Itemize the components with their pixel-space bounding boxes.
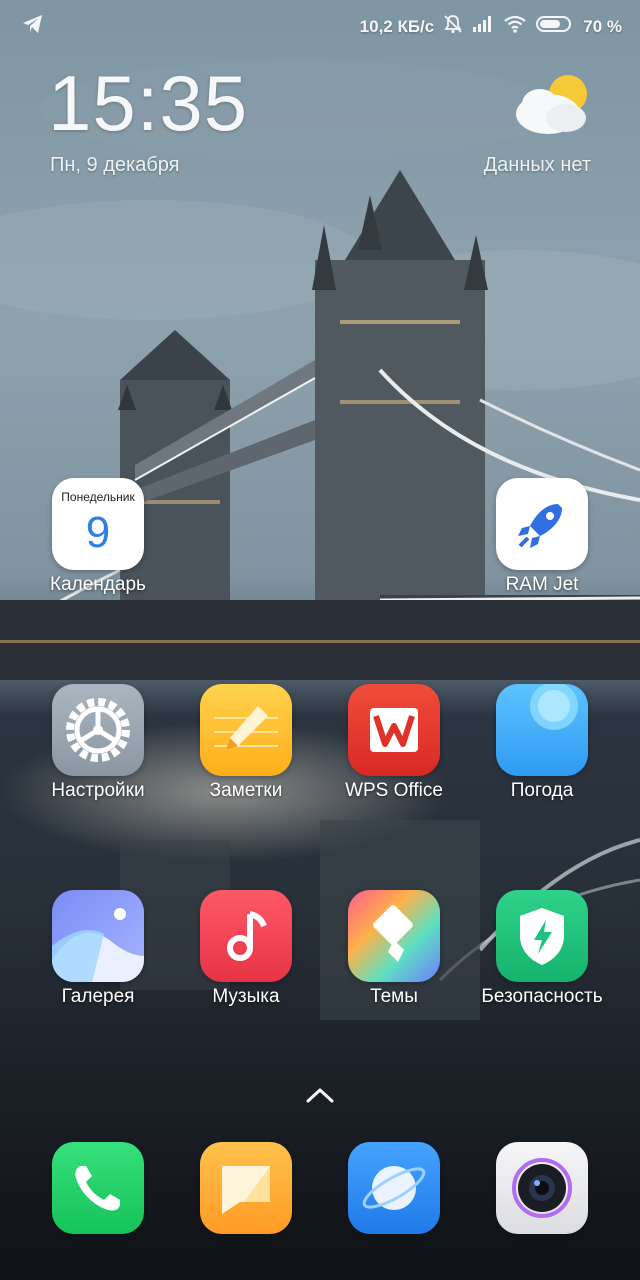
app-calendar[interactable]: Понедельник 9 Календарь: [24, 478, 172, 596]
signal-icon: [472, 15, 494, 38]
chevron-up-icon[interactable]: [305, 1085, 335, 1110]
app-label: Безопасность: [481, 986, 603, 1007]
app-settings[interactable]: Настройки: [24, 684, 172, 802]
app-label: WPS Office: [345, 780, 443, 801]
dock-messages[interactable]: [172, 1142, 320, 1234]
pencil-icon[interactable]: [200, 684, 292, 776]
dock-camera[interactable]: [468, 1142, 616, 1234]
wps-icon[interactable]: [348, 684, 440, 776]
shield-bolt-icon[interactable]: [496, 890, 588, 982]
phone-icon[interactable]: [52, 1142, 144, 1234]
app-weather[interactable]: Погода: [468, 684, 616, 802]
browser-icon[interactable]: [348, 1142, 440, 1234]
status-bar: 10,2 КБ/с 70 %: [0, 0, 640, 50]
battery-icon: [536, 15, 574, 38]
clock-date[interactable]: Пн, 9 декабря: [50, 154, 180, 177]
app-ram-jet[interactable]: RAM Jet: [468, 478, 616, 596]
app-label: RAM Jet: [505, 574, 579, 595]
app-label: Темы: [370, 986, 418, 1007]
dock-phone[interactable]: [24, 1142, 172, 1234]
gallery-icon[interactable]: [52, 890, 144, 982]
themes-brush-icon[interactable]: [348, 890, 440, 982]
app-label: Музыка: [212, 986, 280, 1007]
app-security[interactable]: Безопасность: [468, 890, 616, 1008]
gear-icon[interactable]: [52, 684, 144, 776]
app-notes[interactable]: Заметки: [172, 684, 320, 802]
app-label: Погода: [510, 780, 574, 801]
app-label: Галерея: [61, 986, 135, 1007]
app-themes[interactable]: Темы: [320, 890, 468, 1008]
rocket-icon[interactable]: [496, 478, 588, 570]
battery-percent: 70 %: [583, 16, 622, 36]
camera-icon[interactable]: [496, 1142, 588, 1234]
partly-cloudy-icon[interactable]: [512, 72, 592, 143]
wifi-icon: [503, 15, 527, 38]
music-note-icon[interactable]: [200, 890, 292, 982]
app-label: Настройки: [51, 780, 145, 801]
weather-status[interactable]: Данных нет: [484, 154, 591, 177]
calendar-day-name: Понедельник: [61, 490, 135, 504]
calendar-day-number: 9: [85, 508, 111, 557]
app-label: Заметки: [209, 780, 283, 801]
clock-time[interactable]: 15:35: [48, 64, 248, 142]
app-label: Календарь: [50, 574, 146, 595]
weather-app-icon[interactable]: [496, 684, 588, 776]
network-speed: 10,2 КБ/с: [359, 16, 435, 36]
app-wps-office[interactable]: WPS Office: [320, 684, 468, 802]
app-music[interactable]: Музыка: [172, 890, 320, 1008]
messages-icon[interactable]: [200, 1142, 292, 1234]
dnd-bell-off-icon: [443, 14, 463, 39]
dock-browser[interactable]: [320, 1142, 468, 1234]
app-gallery[interactable]: Галерея: [24, 890, 172, 1008]
calendar-icon[interactable]: Понедельник 9: [52, 478, 144, 570]
telegram-icon: [22, 14, 44, 39]
